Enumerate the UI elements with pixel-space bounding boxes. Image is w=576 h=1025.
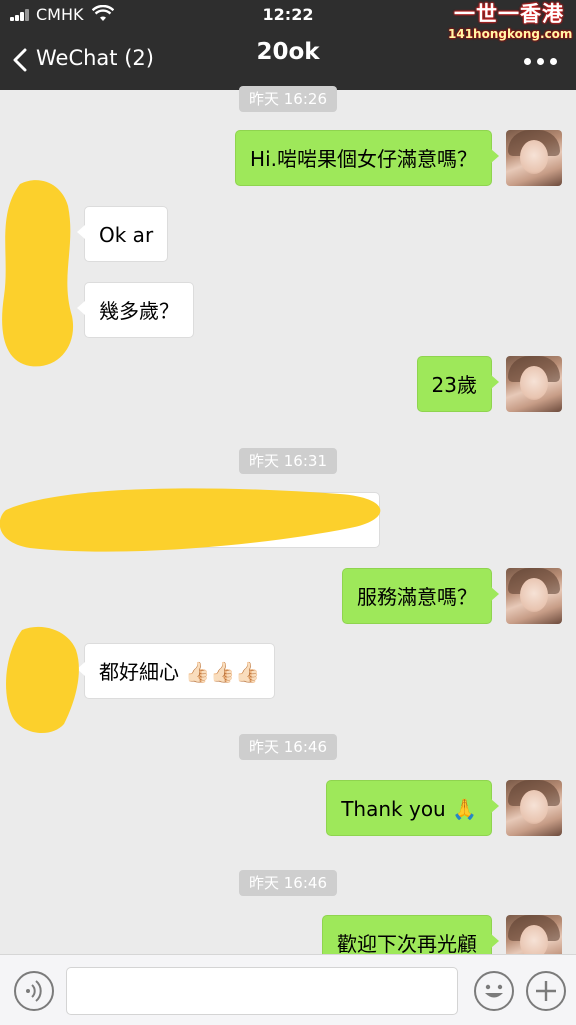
self-avatar[interactable] (506, 130, 562, 186)
timestamp: 昨天 16:26 (239, 86, 337, 112)
message-bubble-incoming[interactable]: Ok ar (76, 206, 169, 262)
message-bubble-outgoing[interactable]: Thank you 🙏 (326, 780, 499, 836)
message-text: 幾多歲？ (99, 299, 179, 323)
self-avatar[interactable] (506, 780, 562, 836)
praying-hands-icon: 🙏 (452, 797, 477, 821)
timestamp: 昨天 16:31 (239, 448, 337, 474)
add-button[interactable] (526, 971, 566, 1011)
message-text: 23歲 (431, 373, 477, 397)
self-avatar[interactable] (506, 568, 562, 624)
voice-button[interactable] (14, 971, 54, 1011)
message-text: 歡迎下次再光顧 (337, 932, 477, 956)
input-bar (0, 954, 576, 1025)
emoji-button[interactable] (474, 971, 514, 1011)
timestamp: 昨天 16:46 (239, 734, 337, 760)
message-text: Ok ar (99, 223, 154, 247)
message-bubble-outgoing[interactable]: 23歲 (416, 356, 500, 412)
message-text: Thank you (341, 797, 446, 821)
message-bubble-outgoing[interactable]: Hi.啱啱果個女仔滿意嗎？ (235, 130, 499, 186)
header: CMHK 12:22 一世一香港 141hongkong.com WeChat … (0, 0, 576, 90)
message-text: 都好細心 (99, 660, 179, 684)
plus-icon (536, 981, 556, 1001)
thumbs-up-icon: 👍🏻👍🏻👍🏻 (185, 660, 261, 684)
redaction-scribble (0, 488, 381, 552)
emoji-icon (485, 984, 503, 998)
self-avatar[interactable] (506, 356, 562, 412)
timestamp: 昨天 16:46 (239, 870, 337, 896)
message-bubble-incoming[interactable]: 都好細心 👍🏻👍🏻👍🏻 (76, 643, 276, 699)
message-text: Hi.啱啱果個女仔滿意嗎？ (250, 147, 477, 171)
back-label: WeChat (2) (36, 46, 154, 70)
redacted-contact-avatar (2, 180, 74, 367)
more-dots-icon (524, 58, 531, 65)
more-button[interactable] (524, 44, 558, 74)
watermark-title: 一世一香港 (454, 2, 564, 26)
message-text: 服務滿意嗎？ (357, 585, 477, 609)
chevron-left-icon (13, 48, 27, 72)
message-bubble-incoming[interactable]: 幾多歲？ (77, 282, 194, 338)
message-bubble-outgoing[interactable]: 服務滿意嗎？ (342, 568, 499, 624)
redacted-contact-avatar (6, 626, 79, 734)
nav-bar: WeChat (2) 20ok (0, 36, 576, 86)
message-input[interactable] (66, 967, 458, 1015)
voice-icon (26, 980, 42, 1002)
